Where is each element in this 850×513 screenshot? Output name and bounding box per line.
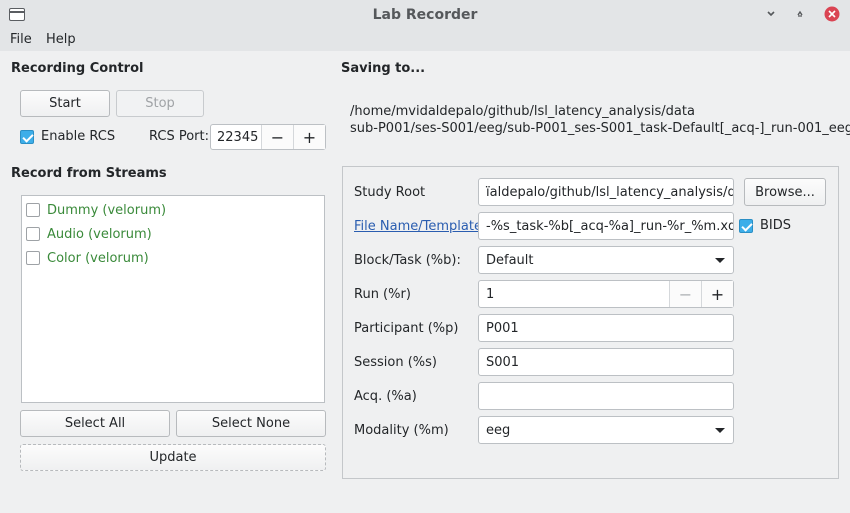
lab-recorder-window: Lab Recorder File Help Recording Control… [0, 0, 850, 513]
run-value[interactable]: 1 [479, 281, 669, 307]
modality-label: Modality (%m) [354, 423, 449, 438]
stream-item-audio[interactable]: Audio (velorum) [26, 223, 152, 245]
run-label: Run (%r) [354, 287, 411, 302]
stream-checkbox[interactable] [26, 203, 40, 217]
study-root-input[interactable]: ïaldepalo/github/lsl_latency_analysis/da… [478, 178, 734, 206]
rcs-port-increment-button[interactable]: + [293, 125, 325, 149]
streams-list[interactable]: Dummy (velorum) Audio (velorum) Color (v… [21, 195, 325, 403]
recording-control-title: Recording Control [11, 61, 144, 76]
start-button[interactable]: Start [20, 90, 110, 117]
run-decrement-button[interactable]: − [669, 281, 701, 307]
modality-dropdown[interactable]: eeg [478, 416, 734, 444]
stream-label: Color (velorum) [47, 250, 149, 266]
session-label: Session (%s) [354, 355, 438, 370]
chevron-down-icon [715, 428, 725, 433]
save-path-directory: /home/mvidaldepalo/github/lsl_latency_an… [350, 104, 695, 119]
rcs-port-spinbox[interactable]: 22345 − + [210, 124, 326, 150]
browse-button[interactable]: Browse... [744, 178, 826, 206]
block-task-dropdown[interactable]: Default [478, 246, 734, 274]
bids-checkbox[interactable] [739, 219, 753, 233]
stream-checkbox[interactable] [26, 251, 40, 265]
restore-icon[interactable] [792, 6, 808, 22]
participant-input[interactable]: P001 [478, 314, 734, 342]
app-window-icon [9, 8, 25, 21]
stream-label: Dummy (velorum) [47, 202, 167, 218]
run-increment-button[interactable]: + [701, 281, 733, 307]
close-icon[interactable] [824, 6, 840, 22]
enable-rcs-checkbox[interactable] [20, 130, 34, 144]
stream-item-dummy[interactable]: Dummy (velorum) [26, 199, 166, 221]
stream-label: Audio (velorum) [47, 226, 152, 242]
block-task-value: Default [486, 252, 534, 268]
save-path-filename: sub-P001/ses-S001/eeg/sub-P001_ses-S001_… [350, 121, 850, 136]
title-bar: Lab Recorder [0, 0, 850, 29]
rcs-port-value[interactable]: 22345 [211, 125, 261, 149]
study-root-label: Study Root [354, 185, 426, 200]
filename-template-link[interactable]: File Name/Template [354, 219, 482, 234]
menu-help[interactable]: Help [46, 32, 76, 47]
file-settings-panel: Study Root ïaldepalo/github/lsl_latency_… [342, 166, 839, 479]
menu-file[interactable]: File [10, 32, 32, 47]
stream-checkbox[interactable] [26, 227, 40, 241]
block-task-label: Block/Task (%b): [354, 253, 461, 268]
saving-to-title: Saving to... [341, 61, 426, 76]
session-input[interactable]: S001 [478, 348, 734, 376]
modality-value: eeg [486, 422, 511, 438]
select-none-button[interactable]: Select None [176, 410, 326, 437]
filename-template-input[interactable]: -%s_task-%b[_acq-%a]_run-%r_%m.xdf [478, 212, 734, 240]
menu-bar: File Help [0, 29, 850, 51]
select-all-button[interactable]: Select All [20, 410, 170, 437]
minimize-icon[interactable] [763, 6, 779, 22]
chevron-down-icon [715, 258, 725, 263]
update-button[interactable]: Update [20, 444, 326, 471]
acq-input[interactable] [478, 382, 734, 410]
run-spinbox[interactable]: 1 − + [478, 280, 734, 308]
record-from-streams-title: Record from Streams [11, 166, 167, 181]
rcs-port-decrement-button[interactable]: − [261, 125, 293, 149]
participant-label: Participant (%p) [354, 321, 459, 336]
stream-item-color[interactable]: Color (velorum) [26, 247, 149, 269]
stop-button[interactable]: Stop [116, 90, 204, 117]
rcs-port-label: RCS Port: [149, 129, 209, 144]
bids-label: BIDS [760, 218, 792, 233]
acq-label: Acq. (%a) [354, 389, 417, 404]
window-title: Lab Recorder [372, 6, 478, 23]
enable-rcs-label: Enable RCS [41, 129, 116, 144]
